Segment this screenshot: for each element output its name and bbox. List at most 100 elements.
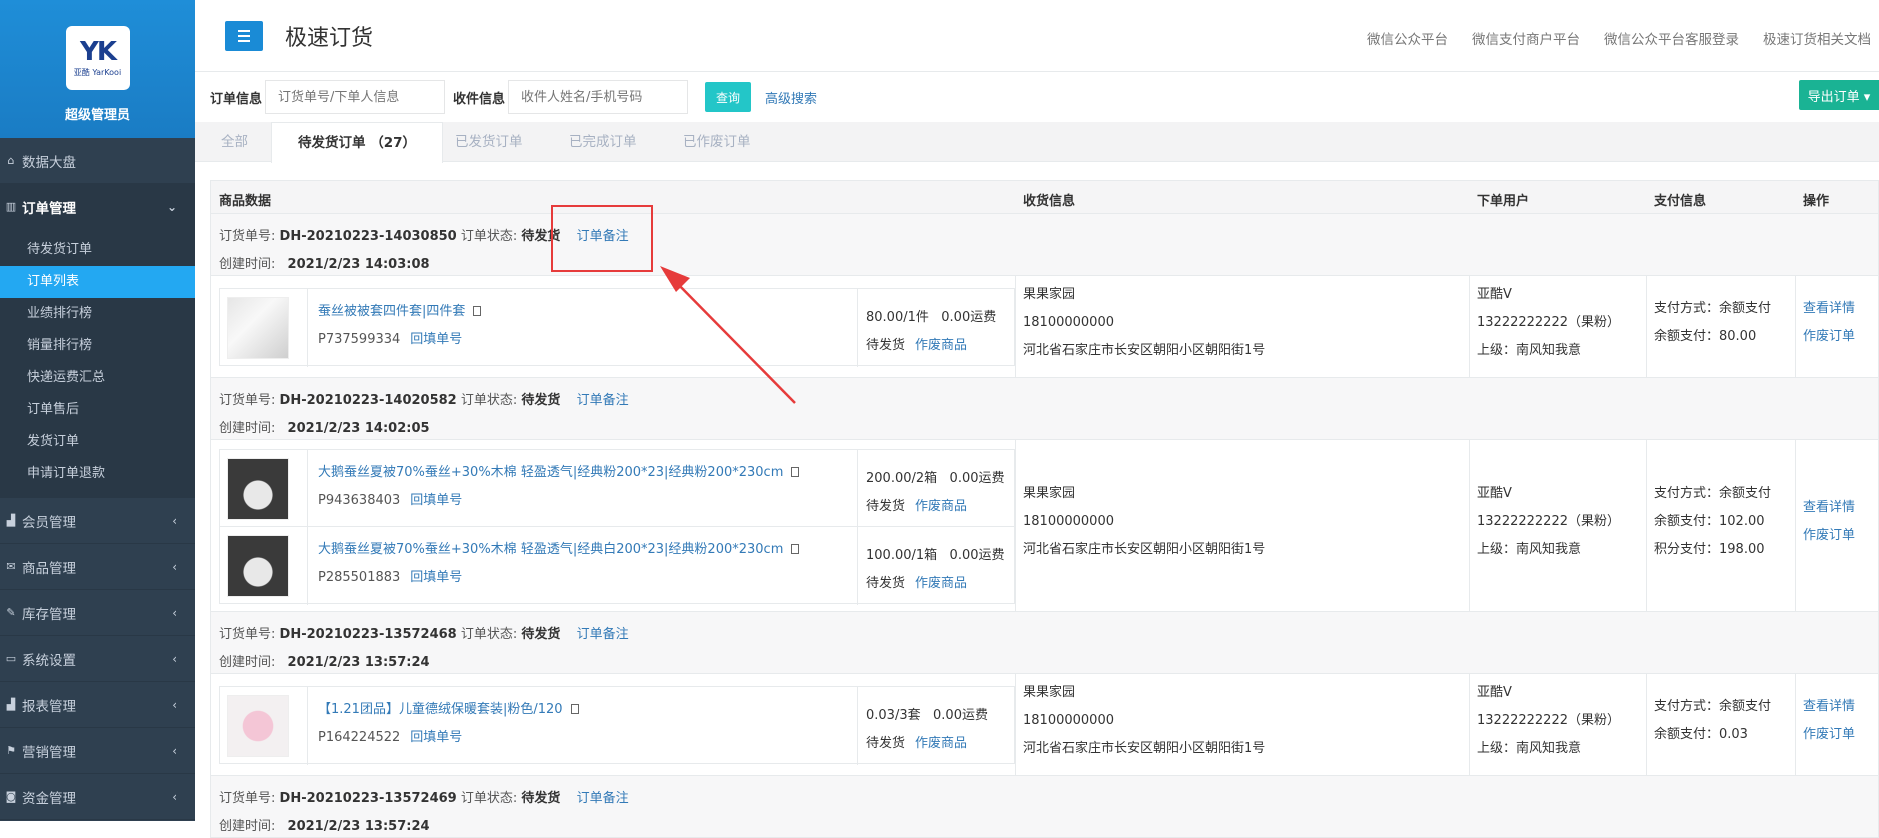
- submenu-item-after-sales[interactable]: 订单售后: [0, 394, 195, 426]
- order-remark-link[interactable]: 订单备注: [577, 791, 629, 806]
- submenu-item-refund-requests[interactable]: 申请订单退款: [0, 458, 195, 490]
- order-info-input[interactable]: [265, 80, 445, 114]
- product-name-link[interactable]: 大鹅蚕丝夏被70%蚕丝+30%木棉 轻盈透气|经典白200*23|经典粉200*…: [318, 542, 783, 557]
- backfill-tracking-link[interactable]: 回填单号: [410, 493, 462, 508]
- product-freight: 0.00运费: [949, 471, 1005, 486]
- product-thumbnail[interactable]: [227, 535, 289, 597]
- product-name-link[interactable]: 【1.21团品】儿童德绒保暖套装|粉色/120: [318, 702, 563, 717]
- void-product-link[interactable]: 作废商品: [915, 499, 967, 514]
- receiver-info: 果果家园 18100000000 河北省石家庄市长安区朝阳小区朝阳街1号: [1023, 281, 1265, 365]
- copy-icon[interactable]: [473, 306, 482, 316]
- sidebar-item-products[interactable]: ✉ 商品管理 ‹: [0, 544, 195, 590]
- submenu-item-performance-ranking[interactable]: 业绩排行榜: [0, 298, 195, 330]
- sidebar-item-marketing[interactable]: ⚑ 营销管理 ‹: [0, 728, 195, 774]
- void-product-link[interactable]: 作废商品: [915, 338, 967, 353]
- sidebar-item-reports[interactable]: ▟ 报表管理 ‹: [0, 682, 195, 728]
- sidebar-item-label: 会员管理: [22, 514, 76, 531]
- query-button[interactable]: 查询: [705, 82, 751, 112]
- tab-voided[interactable]: 已作废订单: [683, 122, 751, 162]
- void-order-link[interactable]: 作废订单: [1803, 323, 1855, 351]
- divider: [1795, 276, 1796, 378]
- order-status-label: 订单状态:: [460, 791, 518, 806]
- sidebar-item-members[interactable]: ▟ 会员管理 ‹: [0, 498, 195, 544]
- submenu-item-sales-ranking[interactable]: 销量排行榜: [0, 330, 195, 362]
- order-no: DH-20210223-14030850: [279, 229, 457, 244]
- view-detail-link[interactable]: 查看详情: [1803, 494, 1855, 522]
- advanced-search-link[interactable]: 高级搜索: [765, 88, 817, 107]
- backfill-tracking-link[interactable]: 回填单号: [410, 570, 462, 585]
- chevron-left-icon: ‹: [172, 513, 177, 528]
- chevron-left-icon: ‹: [172, 789, 177, 804]
- copy-icon[interactable]: [570, 704, 579, 714]
- backfill-tracking-link[interactable]: 回填单号: [410, 332, 462, 347]
- export-orders-button[interactable]: 导出订单 ▾: [1799, 80, 1879, 110]
- copy-icon[interactable]: [791, 467, 800, 477]
- payment-points: 积分支付：198.00: [1654, 542, 1765, 557]
- menu-toggle-button[interactable]: [225, 21, 263, 51]
- order-remark-link[interactable]: 订单备注: [577, 393, 629, 408]
- sidebar-item-dashboard[interactable]: ⌂ 数据大盘: [0, 138, 195, 184]
- link-wechat-pay-merchant[interactable]: 微信支付商户平台: [1472, 28, 1580, 48]
- payment-info: 支付方式：余额支付 余额支付：102.00 积分支付：198.00: [1654, 480, 1771, 564]
- user-superior: 上级：南风知我意: [1477, 343, 1582, 358]
- user-phone: 13222222222（果粉）: [1477, 514, 1620, 529]
- link-docs[interactable]: 极速订货相关文档: [1763, 28, 1871, 48]
- tab-all[interactable]: 全部: [221, 122, 248, 162]
- product-status-line: 待发货 作废商品: [866, 334, 967, 353]
- copy-icon[interactable]: [791, 544, 800, 554]
- void-order-link[interactable]: 作废订单: [1803, 721, 1855, 749]
- product-code-line: P737599334 回填单号: [318, 328, 462, 347]
- sidebar-item-funds[interactable]: ◙ 资金管理 ‹: [0, 774, 195, 820]
- sidebar-item-settings[interactable]: ▭ 系统设置 ‹: [0, 636, 195, 682]
- sidebar-item-label: 订单管理: [22, 200, 76, 217]
- view-detail-link[interactable]: 查看详情: [1803, 295, 1855, 323]
- order-no: DH-20210223-14020582: [279, 393, 457, 408]
- void-order-link[interactable]: 作废订单: [1803, 522, 1855, 550]
- receiver-name: 果果家园: [1023, 287, 1076, 302]
- order-item: 订货单号: DH-20210223-13572469 订单状态: 待发货 订单备…: [210, 776, 1879, 838]
- product-price: 0.03/3套: [866, 708, 921, 723]
- product-name-link[interactable]: 蚕丝被被套四件套|四件套: [318, 304, 465, 319]
- link-wechat-service-login[interactable]: 微信公众平台客服登录: [1604, 28, 1739, 48]
- receiver-info-input[interactable]: [508, 80, 688, 114]
- user-phone: 13222222222（果粉）: [1477, 713, 1620, 728]
- sidebar-item-orders[interactable]: ▥ 订单管理 ⌄: [0, 184, 195, 230]
- void-product-link[interactable]: 作废商品: [915, 736, 967, 751]
- submenu-item-freight-summary[interactable]: 快递运费汇总: [0, 362, 195, 394]
- order-no-label: 订货单号:: [219, 791, 276, 806]
- sidebar-item-inventory[interactable]: ✎ 库存管理 ‹: [0, 590, 195, 636]
- receiver-address: 河北省石家庄市长安区朝阳小区朝阳街1号: [1023, 542, 1266, 557]
- product-status: 待发货: [866, 736, 906, 751]
- tab-pending[interactable]: 待发货订单 （27）: [271, 122, 443, 163]
- payment-balance: 余额支付：80.00: [1654, 329, 1757, 344]
- product-thumbnail[interactable]: [227, 297, 289, 359]
- product-price-line: 0.03/3套 0.00运费: [866, 704, 988, 723]
- product-code: P943638403: [318, 493, 401, 508]
- backfill-tracking-link[interactable]: 回填单号: [410, 730, 462, 745]
- void-product-link[interactable]: 作废商品: [915, 576, 967, 591]
- tab-completed[interactable]: 已完成订单: [569, 122, 637, 162]
- submenu-item-pending-orders[interactable]: 待发货订单: [0, 234, 195, 266]
- order-info-label: 订单信息: [210, 92, 263, 107]
- submenu-item-order-list[interactable]: 订单列表: [0, 266, 195, 298]
- logo-subtext: 亚酷 YarKooi: [73, 67, 122, 77]
- product-name-link[interactable]: 大鹅蚕丝夏被70%蚕丝+30%木棉 轻盈透气|经典粉200*23|经典粉200*…: [318, 465, 783, 480]
- link-wechat-platform[interactable]: 微信公众平台: [1367, 28, 1448, 48]
- product-status: 待发货: [866, 576, 906, 591]
- submenu-item-shipping-orders[interactable]: 发货订单: [0, 426, 195, 458]
- order-item: 订货单号: DH-20210223-14030850 订单状态: 待发货 订单备…: [210, 214, 1879, 378]
- order-remark-link[interactable]: 订单备注: [577, 627, 629, 642]
- order-header-line: 订货单号: DH-20210223-14020582 订单状态: 待发货 订单备…: [219, 389, 629, 408]
- order-body: 【1.21团品】儿童德绒保暖套装|粉色/120 P164224522 回填单号 0…: [211, 674, 1878, 776]
- tab-shipped[interactable]: 已发货订单: [455, 122, 523, 162]
- receiver-phone: 18100000000: [1023, 315, 1114, 330]
- view-detail-link[interactable]: 查看详情: [1803, 693, 1855, 721]
- product-thumbnail[interactable]: [227, 695, 289, 757]
- chevron-left-icon: ‹: [172, 651, 177, 666]
- product-thumbnail[interactable]: [227, 458, 289, 520]
- payment-method: 支付方式：余额支付: [1654, 486, 1772, 501]
- order-item: 订货单号: DH-20210223-14020582 订单状态: 待发货 订单备…: [210, 378, 1879, 612]
- receiver-name: 果果家园: [1023, 486, 1076, 501]
- product-code: P737599334: [318, 332, 401, 347]
- receiver-info-label: 收件信息: [453, 92, 506, 107]
